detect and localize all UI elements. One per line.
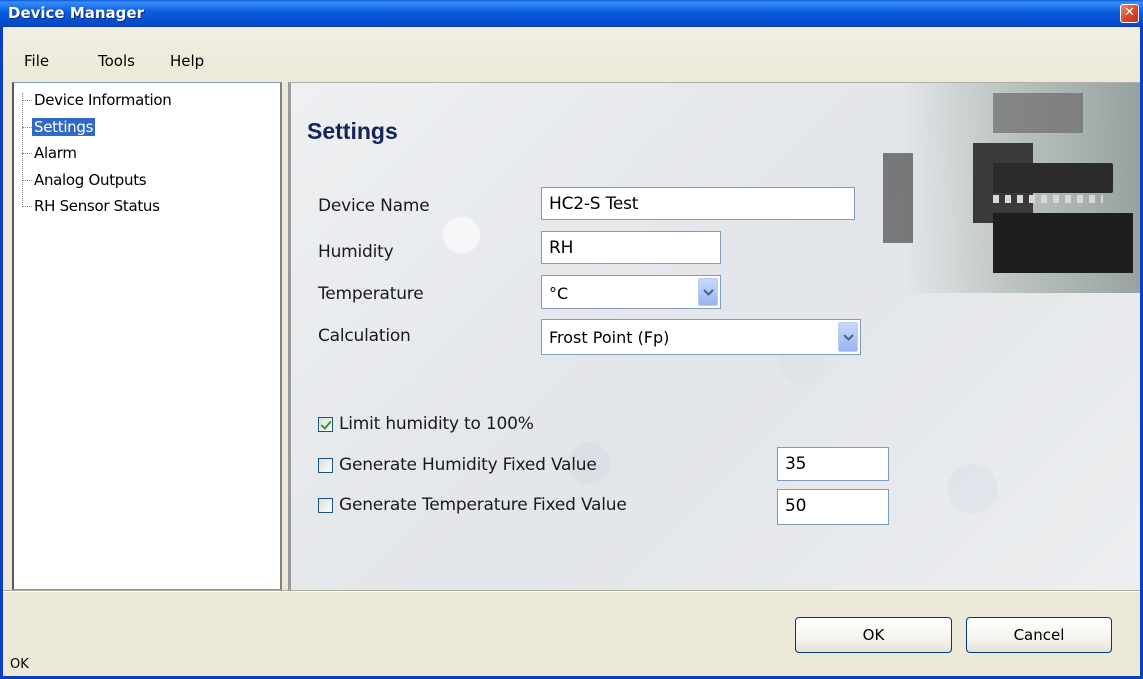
- tree-branch: [22, 127, 32, 128]
- tree-branch: [22, 100, 32, 101]
- board-chip: [993, 213, 1133, 273]
- generate-temperature-label: Generate Temperature Fixed Value: [339, 495, 627, 515]
- calculation-dropdown-button[interactable]: [838, 322, 858, 352]
- navigation-tree: Device Information Settings Alarm Analog…: [12, 82, 282, 590]
- temperature-value: °C: [549, 284, 569, 303]
- cancel-button[interactable]: Cancel: [966, 617, 1112, 653]
- close-icon: ✕: [1124, 5, 1135, 20]
- title-bar[interactable]: Device Manager ✕: [0, 0, 1143, 27]
- window-title: Device Manager: [8, 4, 144, 22]
- device-name-label: Device Name: [318, 196, 430, 216]
- generate-temperature-row[interactable]: Generate Temperature Fixed Value: [318, 495, 627, 515]
- chevron-down-icon: [702, 288, 714, 296]
- calculation-label: Calculation: [318, 326, 411, 346]
- page-title: Settings: [307, 118, 398, 144]
- bottom-separator: [0, 590, 1143, 592]
- status-text: OK: [10, 657, 29, 672]
- temperature-label: Temperature: [318, 284, 424, 304]
- humidity-label: Humidity: [318, 242, 394, 262]
- tree-item-alarm[interactable]: Alarm: [22, 143, 79, 163]
- menu-help[interactable]: Help: [170, 52, 204, 70]
- limit-humidity-row[interactable]: Limit humidity to 100%: [318, 414, 534, 434]
- humidity-fixed-value-field[interactable]: 35: [777, 447, 889, 481]
- tree-branch: [22, 180, 32, 181]
- tree-item-label: Alarm: [34, 144, 77, 162]
- tree-item-label: Settings: [32, 118, 96, 136]
- tree-item-analog-outputs[interactable]: Analog Outputs: [22, 170, 148, 190]
- tree-item-label: RH Sensor Status: [34, 197, 160, 215]
- board-component: [993, 93, 1083, 133]
- menu-bar: File Tools Help: [0, 28, 1143, 80]
- board-chip: [993, 163, 1113, 193]
- limit-humidity-checkbox[interactable]: [318, 416, 333, 432]
- generate-humidity-label: Generate Humidity Fixed Value: [339, 455, 597, 475]
- calculation-select[interactable]: Frost Point (Fp): [541, 319, 861, 355]
- temperature-fixed-value-field[interactable]: 50: [777, 489, 889, 525]
- menu-file[interactable]: File: [24, 52, 49, 70]
- chevron-down-icon: [842, 333, 854, 341]
- tree-item-label: Analog Outputs: [34, 171, 147, 189]
- temperature-dropdown-button[interactable]: [698, 278, 718, 306]
- humidity-field[interactable]: RH: [541, 231, 721, 264]
- board-pins: [993, 195, 1103, 203]
- circuit-board-image: [843, 83, 1143, 293]
- window-border: [0, 27, 3, 679]
- tree-item-settings[interactable]: Settings: [22, 117, 96, 137]
- board-component: [883, 153, 913, 243]
- close-button[interactable]: ✕: [1120, 4, 1139, 23]
- ok-button[interactable]: OK: [795, 617, 952, 653]
- menu-tools[interactable]: Tools: [98, 52, 135, 70]
- calculation-value: Frost Point (Fp): [549, 328, 670, 347]
- tree-item-device-information[interactable]: Device Information: [22, 90, 174, 110]
- generate-humidity-row[interactable]: Generate Humidity Fixed Value: [318, 455, 597, 475]
- limit-humidity-label: Limit humidity to 100%: [339, 414, 534, 434]
- tree-item-label: Device Information: [34, 91, 172, 109]
- generate-temperature-checkbox[interactable]: [318, 497, 333, 513]
- device-manager-window: Device Manager ✕ File Tools Help Device …: [0, 0, 1143, 679]
- settings-panel: Settings Device Name HC2-S Test Humidity…: [288, 82, 1143, 590]
- tree-connector-line: [22, 93, 23, 205]
- tree-branch: [22, 153, 32, 154]
- generate-humidity-checkbox[interactable]: [318, 457, 333, 473]
- temperature-select[interactable]: °C: [541, 275, 721, 309]
- device-name-field[interactable]: HC2-S Test: [541, 187, 855, 220]
- tree-item-rh-sensor-status[interactable]: RH Sensor Status: [22, 196, 162, 216]
- tree-branch: [22, 206, 32, 207]
